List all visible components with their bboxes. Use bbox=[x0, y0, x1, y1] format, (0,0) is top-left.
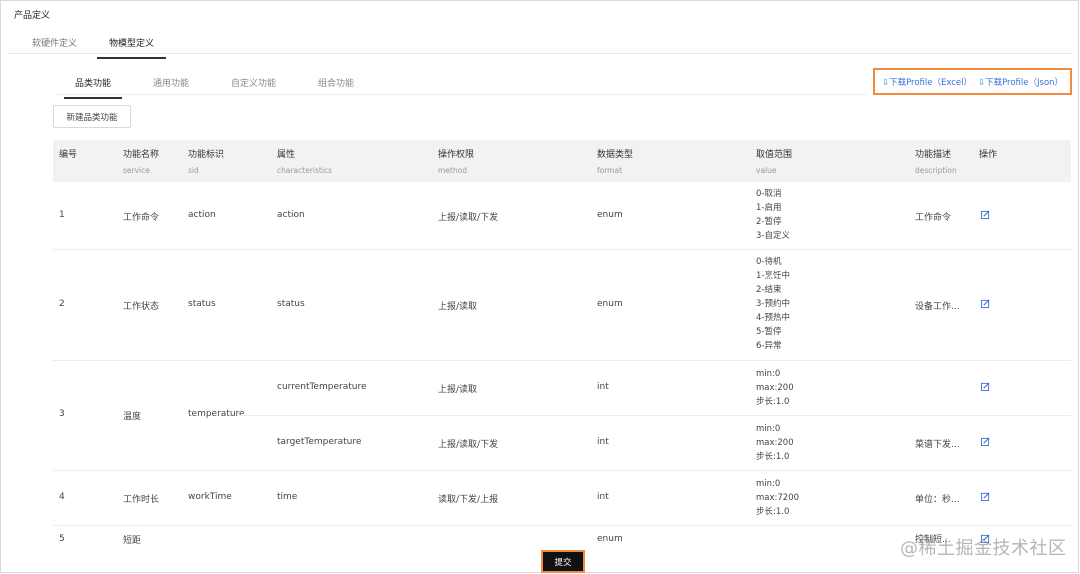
download-links-box: ⇩下载Profile（Excel） ⇩下载Profile（Json） bbox=[873, 68, 1072, 95]
row-value-list: 0-取消 1-启用 2-暂停 3-自定义 bbox=[756, 189, 790, 241]
row-format: enum bbox=[597, 299, 623, 309]
row-service: 工作命令 bbox=[123, 213, 160, 223]
row-id: 3 bbox=[59, 409, 65, 419]
sub-row-divider bbox=[239, 415, 1071, 416]
edit-icon[interactable] bbox=[981, 210, 990, 219]
column-header-actions: 操作 bbox=[979, 150, 998, 160]
row-method: 上报/读取/下发 bbox=[438, 213, 499, 223]
row-value-list: 0-待机 1-烹饪中 2-结束 3-预约中 4-预热中 5-暂停 6-异常 bbox=[756, 257, 790, 351]
row-format: int bbox=[597, 492, 609, 502]
tab-custom-functions[interactable]: 自定义功能 bbox=[220, 73, 287, 99]
row-service: 温度 bbox=[123, 412, 142, 422]
download-excel-link[interactable]: ⇩下载Profile（Excel） bbox=[882, 76, 972, 88]
row-description: 工作命令 bbox=[915, 213, 952, 223]
sub-tabs-divider bbox=[56, 94, 866, 95]
tab-common-functions[interactable]: 通用功能 bbox=[142, 73, 200, 99]
row-format: int bbox=[597, 382, 609, 392]
row-characteristic: status bbox=[277, 299, 305, 309]
row-method: 上报/读取 bbox=[438, 385, 478, 395]
edit-icon[interactable] bbox=[981, 437, 990, 446]
row-description: 单位：秒... bbox=[915, 495, 960, 505]
row-id: 1 bbox=[59, 210, 65, 220]
row-divider bbox=[53, 525, 1071, 526]
row-characteristic: time bbox=[277, 492, 298, 502]
row-divider bbox=[53, 360, 1071, 361]
sub-tabs: 品类功能 通用功能 自定义功能 组合功能 bbox=[64, 73, 385, 99]
row-sid: action bbox=[188, 210, 216, 220]
column-header-value: 取值范围 value bbox=[756, 150, 793, 175]
row-method: 上报/读取 bbox=[438, 302, 478, 312]
column-header-id: 编号 bbox=[59, 150, 78, 160]
row-description: 设备工作... bbox=[915, 302, 960, 312]
row-id: 4 bbox=[59, 492, 65, 502]
row-divider bbox=[53, 249, 1071, 250]
watermark: @稀土掘金技术社区 bbox=[900, 538, 1067, 559]
submit-button[interactable]: 提交 bbox=[541, 550, 585, 573]
column-header-format: 数据类型 format bbox=[597, 150, 634, 175]
row-value-list: min:0 max:7200 步长:1.0 bbox=[756, 479, 800, 517]
row-format: enum bbox=[597, 210, 623, 220]
tab-thing-model-definition[interactable]: 物模型定义 bbox=[97, 32, 167, 59]
row-divider bbox=[53, 470, 1071, 471]
new-category-function-button[interactable]: 新建品类功能 bbox=[53, 105, 131, 128]
top-tabs-divider bbox=[8, 53, 1072, 54]
column-header-sid: 功能标识 sid bbox=[188, 150, 225, 175]
row-characteristic: action bbox=[277, 210, 305, 220]
row-service: 工作时长 bbox=[123, 495, 160, 505]
row-id: 5 bbox=[59, 534, 65, 544]
tab-category-functions[interactable]: 品类功能 bbox=[64, 73, 123, 99]
row-service: 短距 bbox=[123, 536, 142, 546]
row-value-list: min:0 max:200 步长:1.0 bbox=[756, 369, 794, 407]
edit-icon[interactable] bbox=[981, 382, 990, 391]
column-header-service: 功能名称 service bbox=[123, 150, 160, 175]
column-header-characteristics: 属性 characteristics bbox=[277, 150, 332, 175]
column-header-description: 功能描述 description bbox=[915, 150, 957, 175]
row-format: int bbox=[597, 437, 609, 447]
row-sid: workTime bbox=[188, 492, 232, 502]
row-method: 上报/读取/下发 bbox=[438, 440, 499, 450]
row-description: 菜谱下发... bbox=[915, 440, 960, 450]
edit-icon[interactable] bbox=[981, 299, 990, 308]
column-header-method: 操作权限 method bbox=[438, 150, 475, 175]
download-json-link[interactable]: ⇩下载Profile（Json） bbox=[978, 76, 1063, 88]
row-service: 工作状态 bbox=[123, 302, 160, 312]
edit-icon[interactable] bbox=[981, 492, 990, 501]
row-characteristic: currentTemperature bbox=[277, 382, 367, 392]
row-method: 读取/下发/上报 bbox=[438, 495, 499, 505]
row-value-list: min:0 max:200 步长:1.0 bbox=[756, 424, 794, 462]
table-header: 编号 功能名称 service 功能标识 sid 属性 characteristics… bbox=[53, 140, 1071, 182]
row-sid: temperature bbox=[188, 409, 245, 419]
tab-hardware-definition[interactable]: 软硬件定义 bbox=[20, 32, 89, 59]
tab-combined-functions[interactable]: 组合功能 bbox=[307, 73, 365, 99]
row-id: 2 bbox=[59, 299, 65, 309]
row-format: enum bbox=[597, 534, 623, 544]
page-title: 产品定义 bbox=[14, 11, 51, 21]
top-tabs: 软硬件定义 物模型定义 bbox=[20, 32, 174, 59]
row-characteristic: targetTemperature bbox=[277, 437, 362, 447]
row-sid: status bbox=[188, 299, 216, 309]
